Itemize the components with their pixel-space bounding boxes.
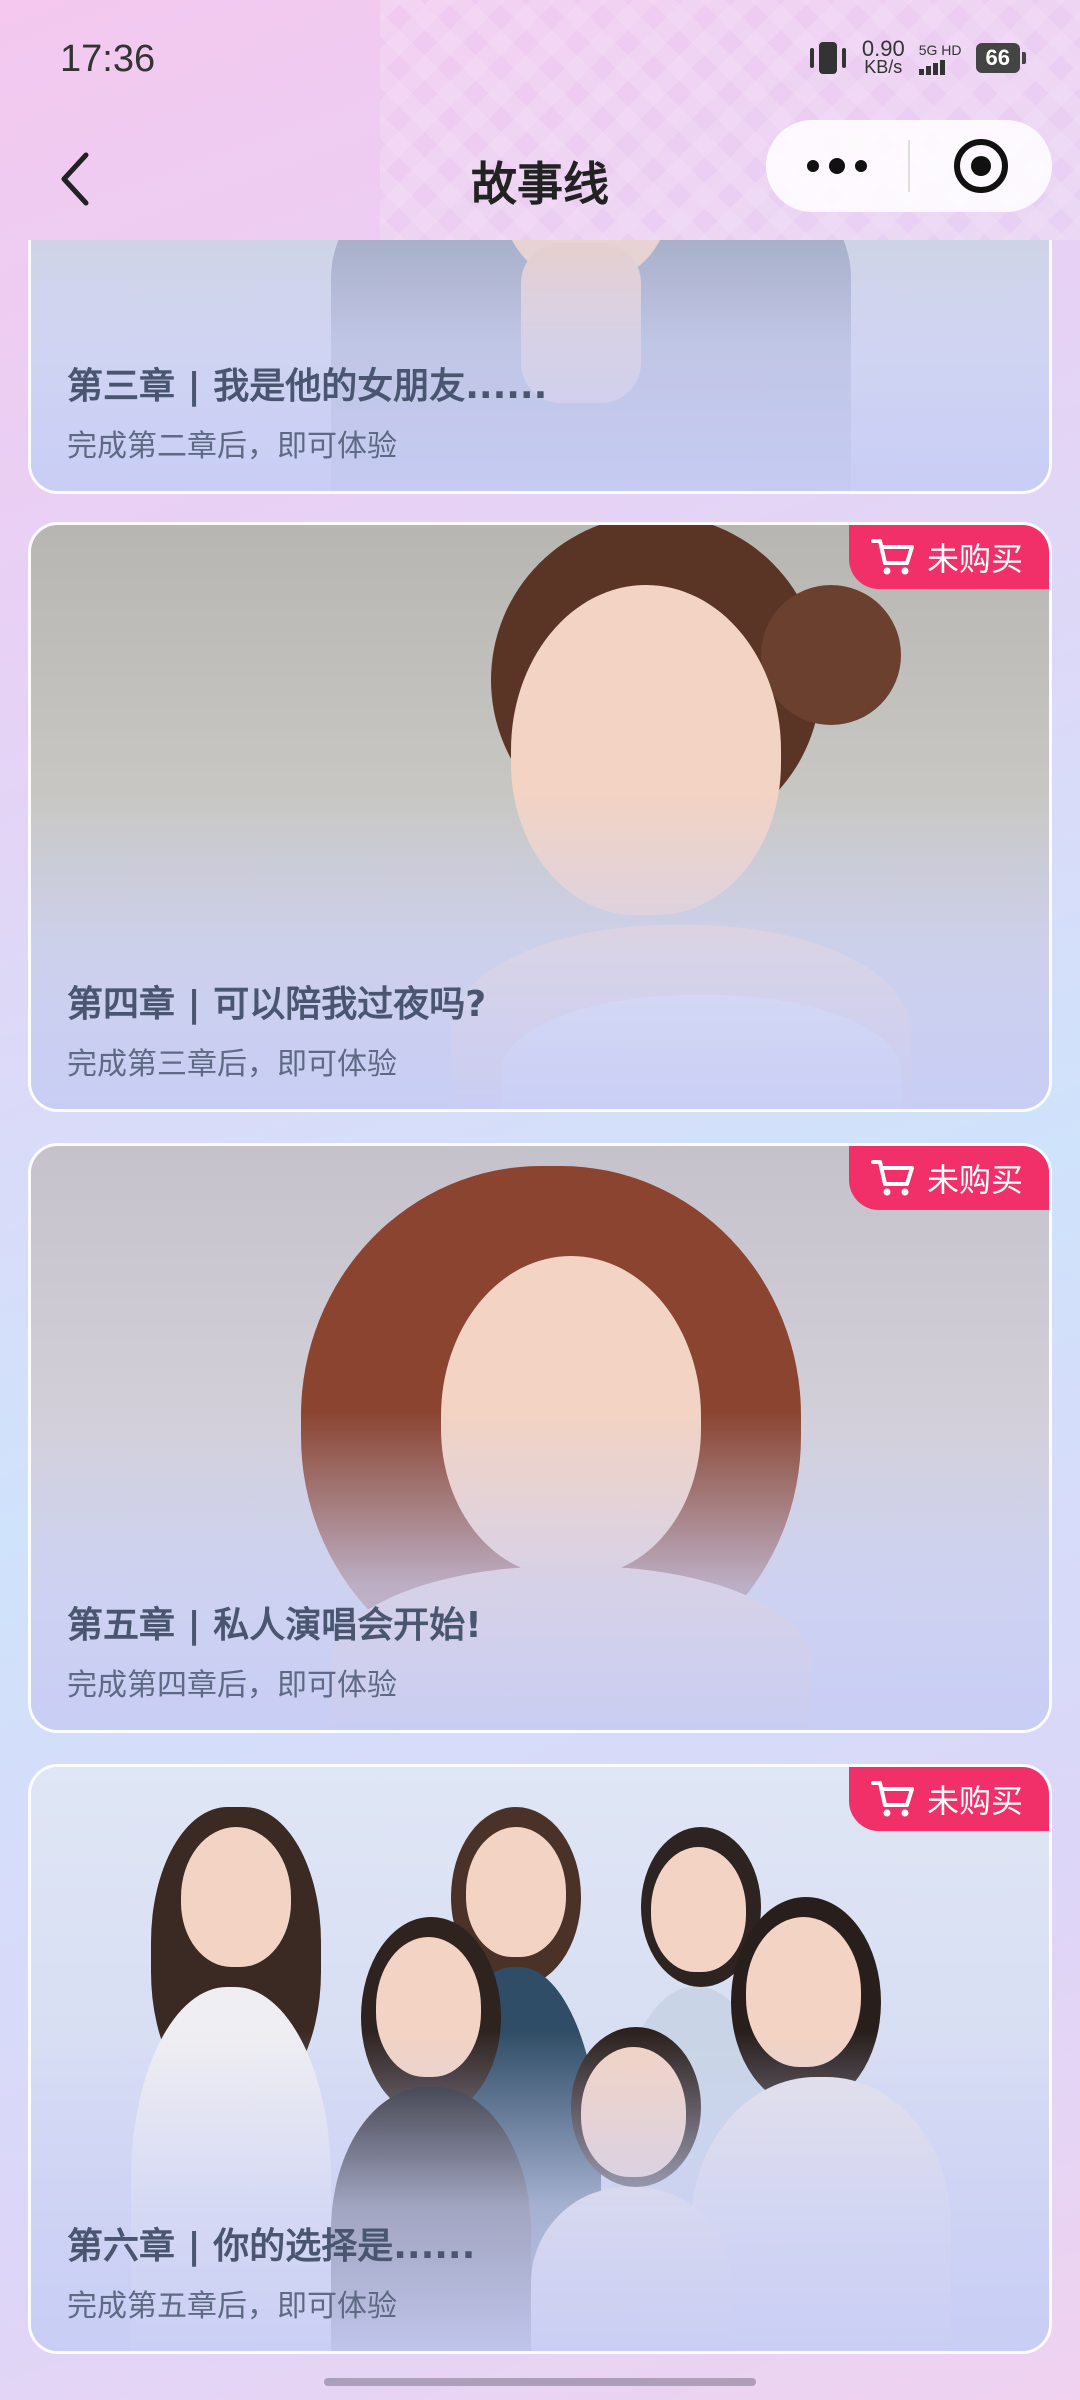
chapter-subtitle: 完成第五章后，即可体验	[67, 2289, 397, 2324]
cart-icon	[870, 1781, 914, 1817]
chapter-list: 第三章 | 我是他的女朋友...... 完成第二章后，即可体验 未购买 第四章 …	[0, 240, 1080, 2400]
chapter-title: 第五章 | 私人演唱会开始!	[67, 1605, 482, 1646]
chapter-subtitle: 完成第四章后，即可体验	[67, 1668, 397, 1703]
battery-icon: 66	[975, 43, 1027, 73]
status-bar: 17:36 0.90 KB/s 5G HD 66	[0, 0, 1080, 120]
badge-label: 未购买	[926, 1782, 1023, 1820]
unpurchased-badge: 未购买	[848, 525, 1049, 589]
home-indicator[interactable]	[324, 2378, 756, 2386]
nav-bar: 故事线	[0, 120, 1080, 240]
close-target-icon	[954, 139, 1008, 193]
chapter-title: 第六章 | 你的选择是......	[67, 2226, 476, 2267]
mini-program-capsule	[766, 120, 1052, 212]
signal-icon: 5G HD	[918, 41, 962, 75]
signal-label: 5G HD	[918, 41, 962, 58]
net-speed: 0.90 KB/s	[861, 36, 905, 77]
chapter-card-6[interactable]: 未购买 第六章 | 你的选择是...... 完成第五章后，即可体验	[28, 1764, 1052, 2354]
chapter-title: 第三章 | 我是他的女朋友......	[67, 366, 548, 407]
more-icon	[807, 158, 867, 174]
close-button[interactable]	[910, 120, 1052, 212]
more-button[interactable]	[766, 120, 908, 212]
vibrate-icon	[808, 40, 848, 76]
chapter-card-3[interactable]: 第三章 | 我是他的女朋友...... 完成第二章后，即可体验	[28, 240, 1052, 494]
net-speed-value: 0.90	[861, 36, 905, 61]
status-icons: 0.90 KB/s 5G HD 66	[808, 36, 1027, 77]
badge-label: 未购买	[926, 540, 1023, 578]
unpurchased-badge: 未购买	[848, 1146, 1049, 1210]
chapter-title: 第四章 | 可以陪我过夜吗?	[67, 984, 487, 1025]
cart-icon	[870, 1160, 914, 1196]
status-time: 17:36	[60, 38, 156, 80]
chapter-card-4[interactable]: 未购买 第四章 | 可以陪我过夜吗? 完成第三章后，即可体验	[28, 522, 1052, 1112]
unpurchased-badge: 未购买	[848, 1767, 1049, 1831]
badge-label: 未购买	[926, 1161, 1023, 1199]
chapter-card-5[interactable]: 未购买 第五章 | 私人演唱会开始! 完成第四章后，即可体验	[28, 1143, 1052, 1733]
chapter-subtitle: 完成第二章后，即可体验	[67, 429, 397, 464]
chapter-subtitle: 完成第三章后，即可体验	[67, 1047, 397, 1082]
cart-icon	[870, 539, 914, 575]
net-speed-unit: KB/s	[864, 57, 903, 77]
